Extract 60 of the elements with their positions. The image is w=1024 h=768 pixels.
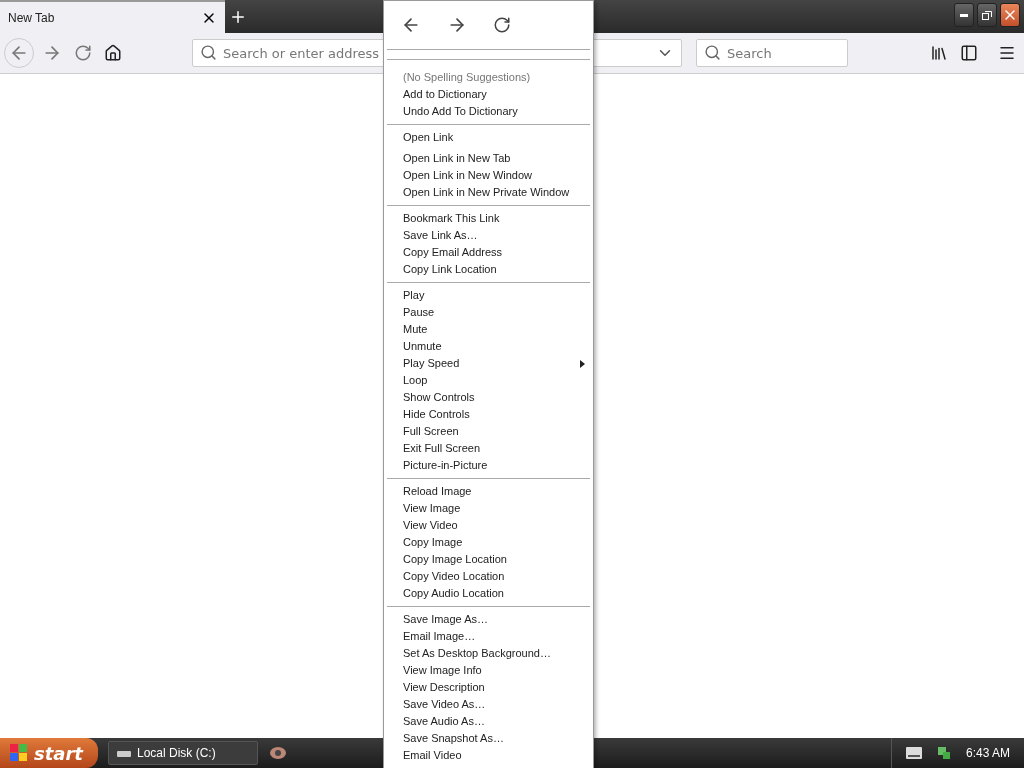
menu-item[interactable]: Exit Full Screen (403, 442, 481, 455)
menu-item[interactable]: Unmute (403, 340, 442, 353)
menu-item[interactable]: View Image (403, 502, 461, 515)
clock: 6:43 AM (965, 746, 1010, 760)
menu-item[interactable]: Open Link (403, 131, 454, 144)
menu-icon (998, 44, 1016, 62)
menu-item[interactable]: Copy Image Location (403, 553, 507, 566)
restore-button[interactable] (977, 3, 997, 27)
close-button[interactable] (1000, 3, 1020, 27)
sidebar-icon (960, 44, 978, 62)
menu-item[interactable]: Open Link in New Window (403, 169, 532, 182)
menu-item[interactable]: Copy Image (403, 536, 463, 549)
menu-item[interactable]: Save Snapshot As… (403, 732, 504, 745)
menu-item[interactable]: Add to Dictionary (403, 88, 487, 101)
menu-item[interactable]: Save Audio As… (403, 715, 485, 728)
search-icon (200, 44, 217, 61)
drive-icon (117, 748, 131, 758)
menu-item[interactable]: Reload Image (403, 485, 472, 498)
menu-item[interactable]: Open Link in New Tab (403, 152, 511, 165)
menu-item[interactable]: Picture-in-Picture (403, 459, 488, 472)
menu-item[interactable]: Email Video (403, 749, 462, 762)
windows-logo-icon (10, 744, 28, 762)
menu-item[interactable]: Play Speed (403, 357, 460, 370)
menu-item[interactable]: Loop (403, 374, 428, 387)
keyboard-icon[interactable] (905, 747, 922, 759)
menu-item[interactable]: View Description (403, 681, 485, 694)
search-field[interactable]: Search (696, 39, 848, 67)
menu-item[interactable]: Undo Add To Dictionary (403, 105, 518, 118)
menu-item[interactable]: View Image Info (403, 664, 482, 677)
menu-item[interactable]: Full Screen (403, 425, 459, 438)
restore-icon (982, 10, 992, 20)
minimize-icon (960, 13, 968, 17)
menu-item[interactable]: Set As Desktop Background… (403, 647, 551, 660)
menu-item[interactable]: Email Image… (403, 630, 476, 643)
library-icon (930, 44, 948, 62)
start-button[interactable]: start (0, 738, 98, 768)
taskbar-button[interactable]: Local Disk (C:) (108, 741, 258, 765)
reload-icon (493, 16, 511, 34)
browser-tab[interactable]: New Tab (0, 0, 225, 33)
menu-item[interactable]: Copy Email Address (403, 246, 503, 259)
menu-item[interactable]: Mute (403, 323, 428, 336)
menu-item[interactable]: Save Video As… (403, 698, 486, 711)
menu-item[interactable]: Play (403, 289, 425, 302)
menu-item[interactable]: Copy Video Location (403, 570, 505, 583)
menu-item[interactable]: Bookmark This Link (403, 212, 500, 225)
menu-item[interactable]: Open Link in New Private Window (403, 186, 570, 199)
search-icon (704, 44, 721, 61)
minimize-button[interactable] (954, 3, 974, 27)
app-icon[interactable] (268, 744, 288, 762)
menu-item[interactable]: Copy Audio Location (403, 587, 504, 600)
reload-icon (74, 44, 92, 62)
network-icon[interactable] (935, 745, 952, 761)
menu-item[interactable]: Save Link As… (403, 229, 478, 242)
menu-item[interactable]: Hide Controls (403, 408, 470, 421)
menu-item[interactable]: Show Controls (403, 391, 475, 404)
home-icon (104, 44, 122, 62)
menu-item[interactable]: Copy Link Location (403, 263, 497, 276)
menu-item[interactable]: Save Image As… (403, 613, 488, 626)
menu-item[interactable]: View Video (403, 519, 458, 532)
menu-item[interactable]: Pause (403, 306, 435, 319)
